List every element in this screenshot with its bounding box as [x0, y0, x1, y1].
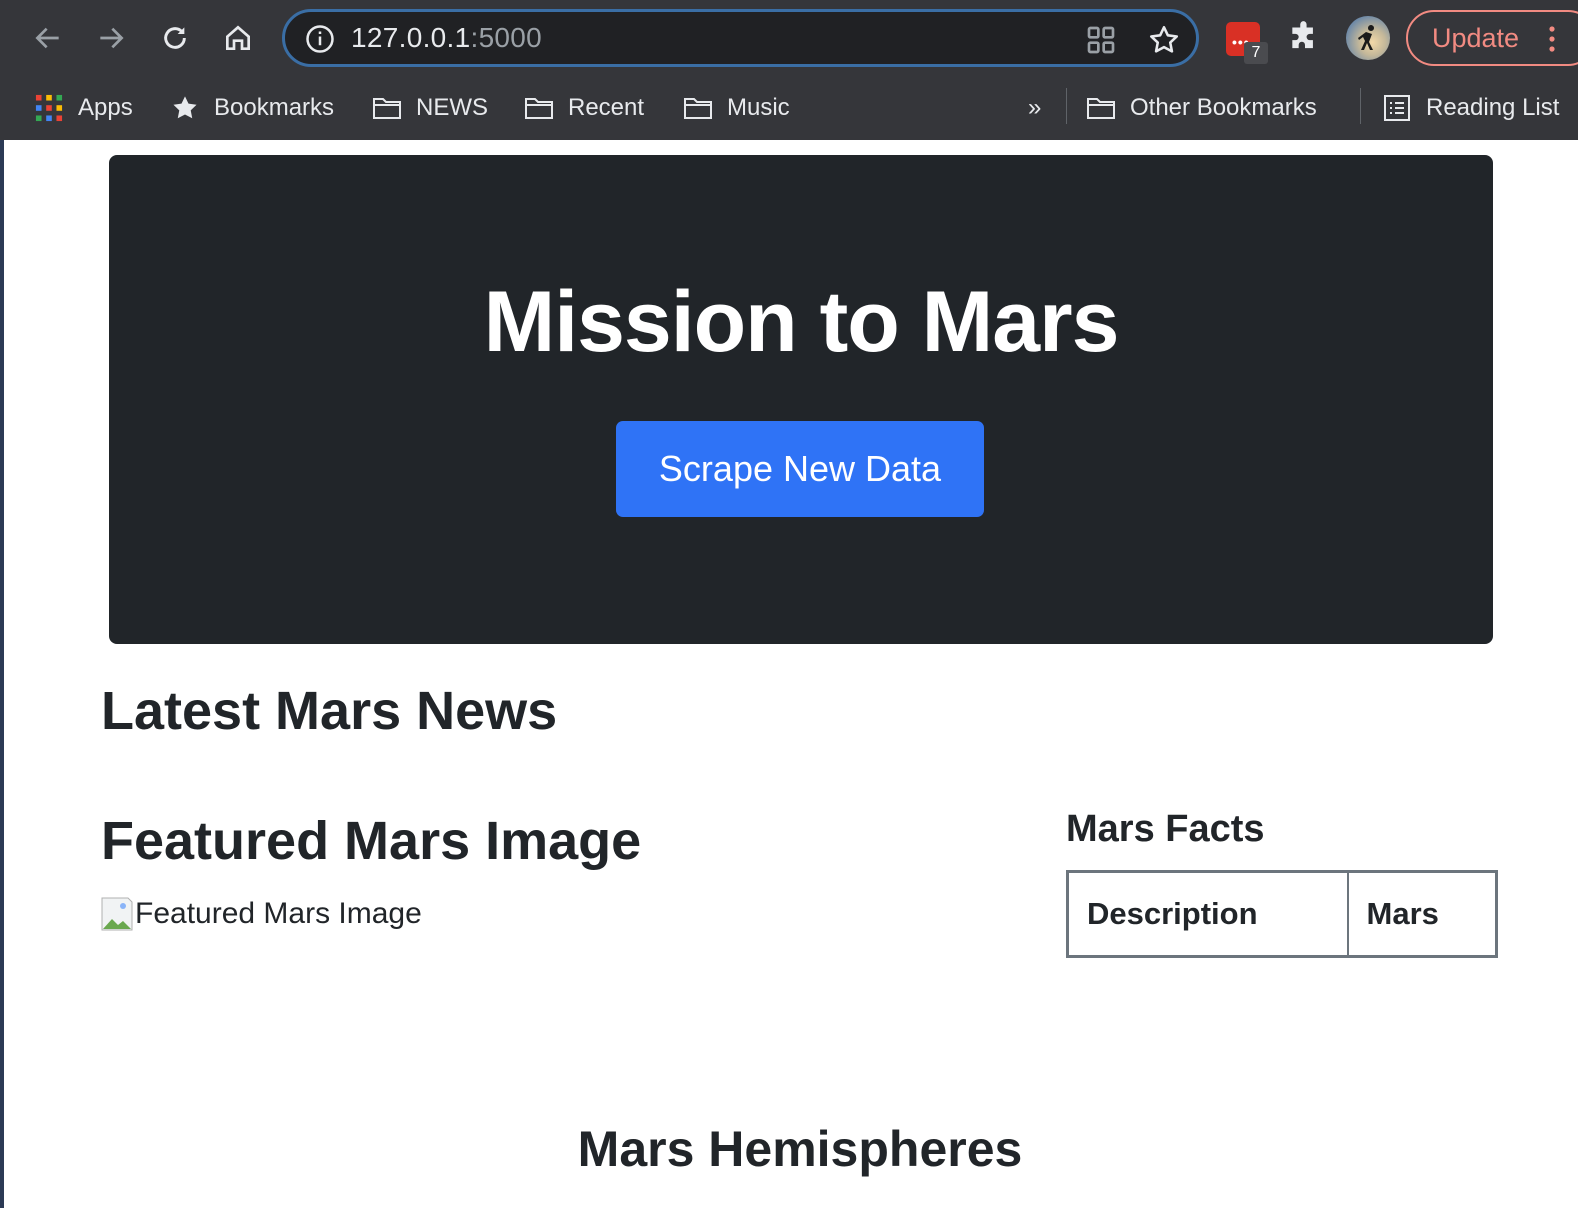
web-page: Mission to Mars Scrape New Data Latest M…: [0, 140, 1578, 1208]
apps-grid-icon: [35, 94, 63, 122]
featured-image-heading: Featured Mars Image: [101, 811, 642, 871]
bookmark-folder-other[interactable]: Other Bookmarks: [1086, 86, 1317, 130]
scrape-new-data-button[interactable]: Scrape New Data: [616, 421, 984, 517]
address-bar[interactable]: 127.0.0.1:5000: [282, 9, 1199, 67]
mars-facts-heading: Mars Facts: [1066, 808, 1265, 850]
arrow-right-icon: [100, 27, 124, 49]
bookmark-label: Apps: [78, 94, 133, 121]
back-button[interactable]: [24, 14, 72, 62]
folder-icon: [525, 98, 553, 119]
bookmark-folder-music[interactable]: Music: [683, 86, 790, 130]
mars-facts-table: Description Mars: [1066, 870, 1498, 958]
jumbotron-header: Mission to Mars Scrape New Data: [109, 155, 1493, 644]
profile-avatar[interactable]: [1346, 16, 1390, 60]
bookmark-label: Music: [727, 94, 790, 121]
bookmark-label: NEWS: [416, 94, 488, 121]
bookmark-label: Reading List: [1426, 94, 1560, 121]
url-text[interactable]: 127.0.0.1:5000: [351, 22, 542, 54]
arrow-left-icon: [35, 27, 59, 49]
broken-image-icon: [101, 897, 133, 931]
table-header-row: Description Mars: [1066, 870, 1498, 958]
bookmarks-divider: [1066, 88, 1067, 124]
bookmark-bookmarks[interactable]: Bookmarks: [170, 86, 334, 130]
bookmark-folder-recent[interactable]: Recent: [524, 86, 644, 130]
bookmark-label: Bookmarks: [214, 94, 335, 121]
folder-icon: [684, 98, 712, 119]
reading-list-button[interactable]: Reading List: [1382, 86, 1559, 130]
reading-list-icon: [1384, 95, 1410, 121]
qr-code-icon[interactable]: [1085, 24, 1117, 56]
reload-icon: [164, 27, 186, 49]
extensions-puzzle-icon[interactable]: [1286, 18, 1324, 56]
bookmarks-divider: [1360, 88, 1361, 124]
bookmark-star-icon[interactable]: [1147, 23, 1181, 57]
url-host: 127.0.0.1: [351, 22, 471, 53]
bookmark-folder-news[interactable]: NEWS: [372, 86, 488, 130]
star-icon: [173, 96, 197, 119]
page-title: Mission to Mars: [483, 274, 1120, 370]
table-header-cell: Description: [1066, 870, 1349, 958]
window-edge: [0, 140, 4, 1208]
home-button[interactable]: [214, 14, 262, 62]
bookmarks-bar: Apps Bookmarks NEWS Recent Music » Other…: [0, 76, 1578, 140]
latest-news-heading: Latest Mars News: [101, 681, 558, 741]
folder-icon: [1087, 98, 1115, 119]
info-icon[interactable]: [305, 24, 335, 54]
extension-badge: 7: [1244, 42, 1268, 64]
table-header-cell: Mars: [1346, 870, 1498, 958]
browser-chrome: 127.0.0.1:5000 ••• 7 Update Apps Bookmar…: [0, 0, 1578, 140]
update-label: Update: [1432, 23, 1520, 53]
kebab-menu-icon[interactable]: [1546, 24, 1558, 54]
bookmark-apps[interactable]: Apps: [34, 86, 133, 130]
url-port: :5000: [470, 22, 543, 53]
bookmark-label: Other Bookmarks: [1130, 94, 1317, 121]
forward-button[interactable]: [87, 14, 135, 62]
more-bookmarks-button[interactable]: »: [1028, 86, 1041, 130]
featured-image-broken: Featured Mars Image: [101, 894, 422, 934]
featured-image-alt-text: Featured Mars Image: [135, 897, 422, 930]
person-silhouette-icon: [1358, 25, 1374, 50]
chevron-double-right-icon: »: [1028, 94, 1042, 121]
bookmark-label: Recent: [568, 94, 645, 121]
folder-icon: [373, 98, 401, 119]
update-button[interactable]: Update: [1406, 10, 1578, 66]
browser-toolbar: 127.0.0.1:5000 ••• 7 Update: [0, 0, 1578, 76]
home-icon: [226, 25, 250, 50]
extension-todo-button[interactable]: ••• 7: [1224, 20, 1272, 66]
reload-button[interactable]: [151, 14, 199, 62]
hemispheres-heading: Mars Hemispheres: [577, 1121, 1023, 1177]
